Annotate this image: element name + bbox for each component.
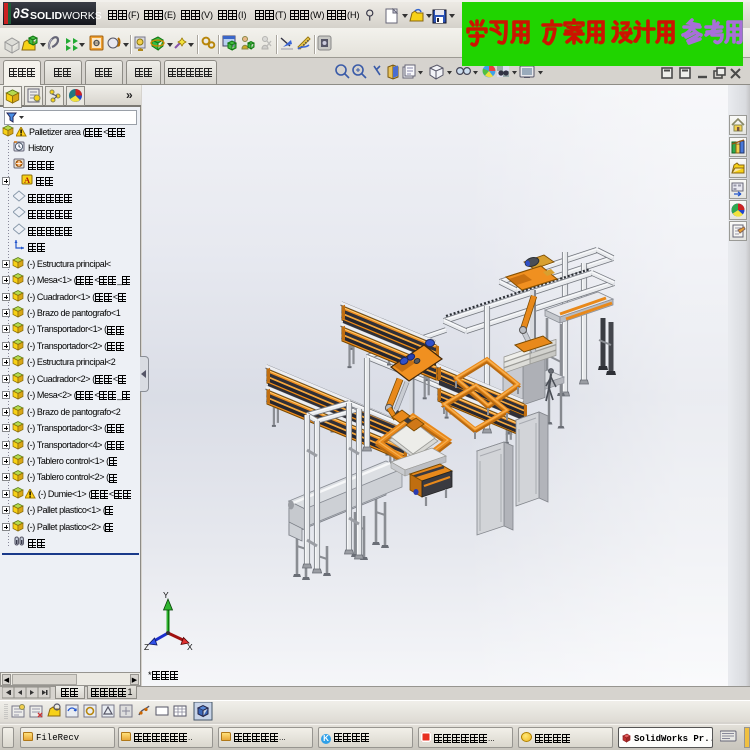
svg-text:Z: Z bbox=[144, 642, 149, 652]
svg-text:X: X bbox=[187, 642, 193, 652]
svg-text:Y: Y bbox=[163, 590, 169, 600]
